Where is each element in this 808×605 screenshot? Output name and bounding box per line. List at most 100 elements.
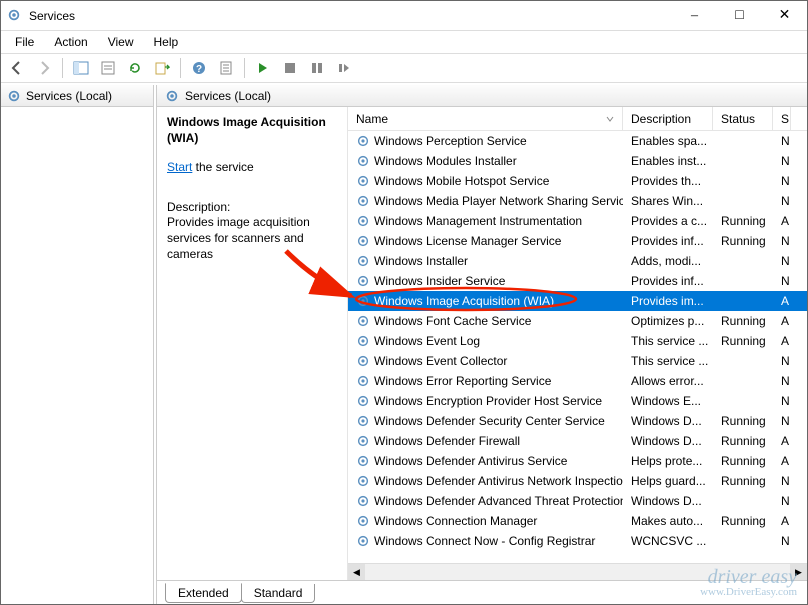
window-title: Services: [29, 9, 672, 23]
service-row[interactable]: Windows Perception ServiceEnables spa...…: [348, 131, 807, 151]
service-row[interactable]: Windows Defender Security Center Service…: [348, 411, 807, 431]
tree-pane: Services (Local): [1, 85, 154, 604]
service-row[interactable]: Windows Event LogThis service ...Running…: [348, 331, 807, 351]
service-status: Running: [713, 214, 773, 228]
service-startup: A: [773, 334, 791, 348]
service-status: Running: [713, 434, 773, 448]
service-name: Windows Encryption Provider Host Service: [374, 394, 602, 408]
service-row[interactable]: Windows Image Acquisition (WIA) Provides …: [348, 291, 807, 311]
service-desc: Enables spa...: [623, 134, 713, 148]
properties-button[interactable]: [96, 56, 120, 80]
service-desc: Helps prote...: [623, 454, 713, 468]
service-desc: Adds, modi...: [623, 254, 713, 268]
service-row[interactable]: Windows Defender Antivirus Network Inspe…: [348, 471, 807, 491]
service-row[interactable]: Windows Font Cache Service Optimizes p...…: [348, 311, 807, 331]
service-name: Windows Error Reporting Service: [374, 374, 551, 388]
service-row[interactable]: Windows Error Reporting ServiceAllows er…: [348, 371, 807, 391]
help-button[interactable]: ?: [187, 56, 211, 80]
service-row[interactable]: Windows Media Player Network Sharing Ser…: [348, 191, 807, 211]
service-row[interactable]: Windows Encryption Provider Host Service…: [348, 391, 807, 411]
service-row[interactable]: Windows Connection Manager Makes auto...R…: [348, 511, 807, 531]
service-row[interactable]: Windows Modules InstallerEnables inst...…: [348, 151, 807, 171]
start-service-button[interactable]: [251, 56, 275, 80]
service-status: Running: [713, 514, 773, 528]
menu-view[interactable]: View: [100, 33, 142, 51]
service-startup: A: [773, 434, 791, 448]
service-startup: N: [773, 474, 791, 488]
title-bar: Services – □ ✕: [1, 1, 807, 31]
export-button[interactable]: [150, 56, 174, 80]
service-row[interactable]: Windows Event CollectorThis service ...N: [348, 351, 807, 371]
service-desc: Windows D...: [623, 434, 713, 448]
service-name: Windows Connect Now - Config Registrar: [374, 534, 595, 548]
forward-button[interactable]: [32, 56, 56, 80]
content-header-title: Services (Local): [185, 89, 271, 103]
service-desc: Optimizes p...: [623, 314, 713, 328]
service-name: Windows Mobile Hotspot Service: [374, 174, 549, 188]
start-service-link[interactable]: Start: [167, 160, 192, 174]
service-row[interactable]: Windows Connect Now - Config Registrar WC…: [348, 531, 807, 551]
service-name: Windows Image Acquisition (WIA): [374, 294, 554, 308]
selected-service-name: Windows Image Acquisition (WIA): [167, 115, 341, 146]
service-desc: Provides th...: [623, 174, 713, 188]
description-text: Provides image acquisition services for …: [167, 215, 341, 262]
toolbar: ?: [1, 53, 807, 83]
service-name: Windows Connection Manager: [374, 514, 537, 528]
tab-standard[interactable]: Standard: [241, 584, 316, 603]
service-name: Windows Management Instrumentation: [374, 214, 582, 228]
service-desc: Makes auto...: [623, 514, 713, 528]
tree-root[interactable]: Services (Local): [1, 85, 153, 107]
service-startup: N: [773, 254, 791, 268]
refresh-button[interactable]: [123, 56, 147, 80]
description-label: Description:: [167, 200, 341, 216]
service-row[interactable]: Windows License Manager ServiceProvides …: [348, 231, 807, 251]
pause-service-button[interactable]: [305, 56, 329, 80]
maximize-button[interactable]: □: [717, 1, 762, 30]
start-suffix: the service: [192, 160, 253, 174]
show-hide-tree-button[interactable]: [69, 56, 93, 80]
service-row[interactable]: Windows Insider ServiceProvides inf...N: [348, 271, 807, 291]
service-desc: WCNCSVC ...: [623, 534, 713, 548]
col-description[interactable]: Description: [623, 107, 713, 130]
restart-service-button[interactable]: [332, 56, 356, 80]
service-status: Running: [713, 474, 773, 488]
service-name: Windows Font Cache Service: [374, 314, 531, 328]
service-desc: Enables inst...: [623, 154, 713, 168]
service-status: Running: [713, 454, 773, 468]
service-name: Windows Defender Firewall: [374, 434, 520, 448]
tab-extended[interactable]: Extended: [165, 583, 242, 603]
app-icon: [7, 8, 23, 24]
scroll-left-button[interactable]: ◀: [348, 564, 365, 581]
service-startup: N: [773, 194, 791, 208]
content-pane: Services (Local) Windows Image Acquisiti…: [156, 85, 807, 604]
service-row[interactable]: Windows Defender Antivirus Service Helps …: [348, 451, 807, 471]
minimize-button[interactable]: –: [672, 1, 717, 30]
service-row[interactable]: Windows Management InstrumentationProvid…: [348, 211, 807, 231]
menu-action[interactable]: Action: [46, 33, 95, 51]
col-status[interactable]: Status: [713, 107, 773, 130]
service-desc: Provides inf...: [623, 234, 713, 248]
service-desc: Windows D...: [623, 414, 713, 428]
service-startup: N: [773, 174, 791, 188]
service-row[interactable]: Windows Mobile Hotspot Service Provides t…: [348, 171, 807, 191]
service-desc: Provides im...: [623, 294, 713, 308]
service-row[interactable]: Windows InstallerAdds, modi...N: [348, 251, 807, 271]
stop-service-button[interactable]: [278, 56, 302, 80]
col-startup[interactable]: S: [773, 107, 791, 130]
menu-help[interactable]: Help: [146, 33, 187, 51]
service-desc: Helps guard...: [623, 474, 713, 488]
col-name[interactable]: Name: [348, 107, 623, 130]
service-desc: Windows E...: [623, 394, 713, 408]
back-button[interactable]: [5, 56, 29, 80]
menu-file[interactable]: File: [7, 33, 42, 51]
service-row[interactable]: Windows Defender Firewall Windows D...Run…: [348, 431, 807, 451]
service-startup: N: [773, 534, 791, 548]
service-name: Windows Event Collector: [374, 354, 507, 368]
service-name: Windows Insider Service: [374, 274, 505, 288]
close-button[interactable]: ✕: [762, 1, 807, 30]
service-list: Name Description Status S Windows Percep…: [347, 107, 807, 580]
service-name: Windows Defender Antivirus Service: [374, 454, 567, 468]
service-name: Windows Event Log: [374, 334, 480, 348]
service-row[interactable]: Windows Defender Advanced Threat Protect…: [348, 491, 807, 511]
properties-sheet-button[interactable]: [214, 56, 238, 80]
